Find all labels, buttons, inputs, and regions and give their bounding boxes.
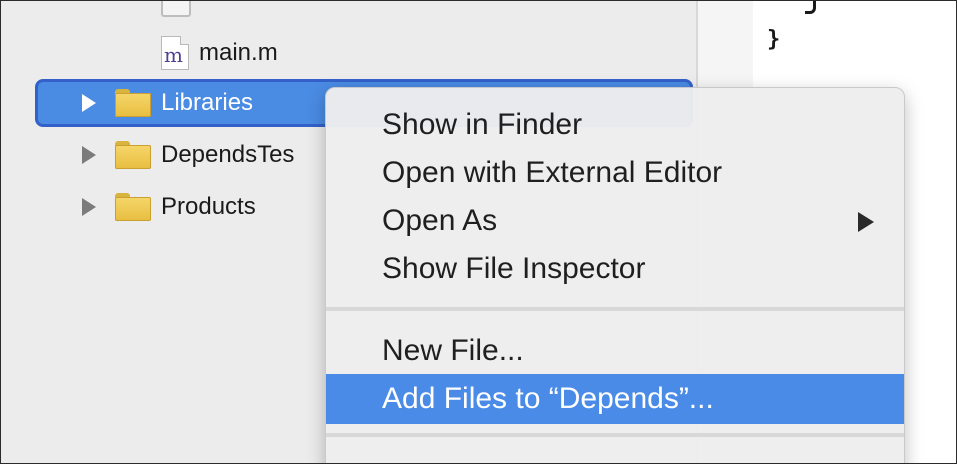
disclosure-triangle-icon[interactable] bbox=[82, 146, 96, 164]
disclosure-triangle-icon[interactable] bbox=[82, 94, 96, 112]
folder-icon bbox=[115, 89, 151, 117]
menu-separator bbox=[326, 433, 904, 437]
menu-item-open-external-editor[interactable]: Open with External Editor bbox=[326, 148, 904, 198]
file-label: main.m bbox=[199, 39, 278, 66]
menu-item-label: Show in Finder bbox=[382, 108, 583, 141]
menu-item-label: Show File Inspector bbox=[382, 252, 646, 285]
disclosure-triangle-icon[interactable] bbox=[82, 198, 96, 216]
objc-file-icon: m bbox=[161, 36, 189, 70]
code-line: } bbox=[767, 27, 781, 52]
tree-row-label: Products bbox=[161, 193, 256, 220]
context-menu: Show in Finder Open with External Editor… bbox=[325, 87, 905, 463]
menu-item-open-as[interactable]: Open As bbox=[326, 196, 904, 246]
menu-item-new-file[interactable]: New File... bbox=[326, 326, 904, 376]
menu-item-add-files[interactable]: Add Files to “Depends”... bbox=[326, 374, 904, 424]
menu-separator bbox=[326, 307, 904, 311]
tree-row-label: DependsTes bbox=[161, 141, 295, 168]
xcode-window: m main.m Libraries DependsTes Products }… bbox=[0, 0, 957, 464]
submenu-arrow-icon bbox=[858, 212, 874, 232]
menu-item-label: Open with External Editor bbox=[382, 156, 723, 189]
menu-item-show-file-inspector[interactable]: Show File Inspector bbox=[326, 244, 904, 294]
menu-item-show-in-finder[interactable]: Show in Finder bbox=[326, 100, 904, 150]
file-icon-partial bbox=[161, 1, 191, 17]
menu-item-label: Add Files to “Depends”... bbox=[382, 382, 714, 415]
file-row-main-m[interactable]: m main.m bbox=[161, 31, 278, 75]
folder-icon bbox=[115, 193, 151, 221]
code-fragment bbox=[805, 1, 816, 14]
tree-row-label: Libraries bbox=[161, 89, 254, 116]
menu-item-label: New File... bbox=[382, 334, 524, 367]
folder-icon bbox=[115, 141, 151, 169]
menu-item-label: Open As bbox=[382, 204, 498, 237]
file-icon-letter: m bbox=[164, 43, 183, 67]
